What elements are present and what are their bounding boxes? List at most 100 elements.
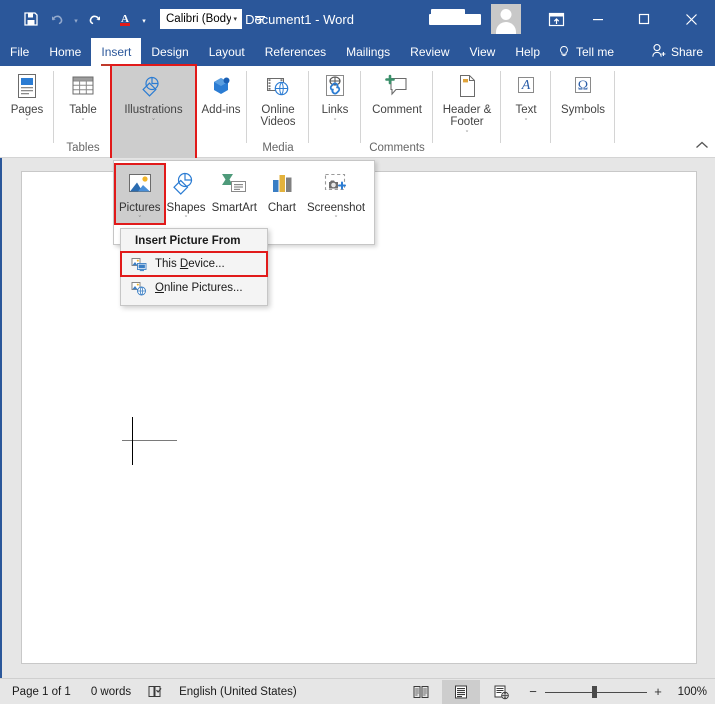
read-mode-icon[interactable] (402, 680, 440, 704)
ribbon-group-text: A Text ˇ (501, 66, 551, 158)
table-label: Table (69, 104, 97, 116)
tab-design-label: Design (151, 45, 189, 59)
links-label: Links (321, 104, 349, 116)
font-color-dropdown-caret-icon[interactable]: ▾ (138, 6, 150, 32)
font-name-caret-icon[interactable]: ▾ (231, 15, 237, 23)
screenshot-caret-icon[interactable]: ˇ (335, 216, 337, 223)
customize-quick-access-toolbar-icon[interactable] (248, 6, 272, 32)
header-footer-button[interactable]: Header & Footer ˇ (431, 66, 503, 140)
pictures-button[interactable]: Pictures ˇ (114, 163, 166, 225)
screenshot-icon (320, 168, 352, 200)
tab-file[interactable]: File (0, 38, 39, 66)
symbols-caret-icon[interactable]: ˇ (582, 117, 584, 128)
tab-review[interactable]: Review (400, 38, 459, 66)
tab-help[interactable]: Help (505, 38, 550, 66)
print-layout-icon[interactable] (441, 679, 480, 704)
text-button[interactable]: A Text ˇ (503, 66, 549, 128)
zoom-in-button[interactable]: + (653, 684, 664, 699)
ribbon-tab-strip: File Home Insert Design Layout Reference… (0, 38, 715, 66)
font-name-input[interactable]: Calibri (Body ▾ (160, 9, 242, 29)
avatar[interactable] (491, 4, 521, 34)
chart-button[interactable]: Chart (260, 165, 304, 214)
save-icon[interactable] (18, 6, 44, 32)
links-caret-icon[interactable]: ˇ (334, 117, 336, 128)
screenshot-button[interactable]: Screenshot ˇ (304, 165, 368, 223)
pictures-caret-icon[interactable]: ˇ (139, 216, 141, 223)
tab-view[interactable]: View (460, 38, 506, 66)
pictures-label: Pictures (119, 202, 161, 214)
header-footer-icon (451, 70, 483, 102)
tell-me-label: Tell me (576, 45, 615, 59)
menu-item-this-device[interactable]: This Device... (120, 251, 268, 277)
screenshot-label: Screenshot (306, 202, 366, 214)
chart-icon (266, 168, 298, 200)
language-label: English (United States) (179, 685, 297, 698)
smartart-button[interactable]: SmartArt (209, 165, 260, 214)
media-group-label: Media (262, 142, 294, 154)
symbols-button[interactable]: Ω Symbols ˇ (555, 66, 611, 128)
zoom-level-label[interactable]: 100% (672, 686, 707, 698)
add-ins-button[interactable]: Add-ins (195, 66, 247, 116)
menu-item-online-pictures[interactable]: Online Pictures... (121, 276, 267, 300)
zoom-slider[interactable] (544, 685, 647, 698)
pages-caret-icon[interactable]: ˇ (26, 117, 28, 128)
language-status[interactable]: English (United States) (169, 686, 307, 698)
insert-picture-from-header: Insert Picture From (135, 235, 241, 247)
close-button[interactable] (667, 0, 715, 38)
page-number-status[interactable]: Page 1 of 1 (0, 686, 81, 698)
smartart-icon (218, 168, 250, 200)
undo-dropdown-caret-icon[interactable]: ▾ (70, 6, 82, 32)
illustrations-label: Illustrations (124, 104, 183, 116)
svg-text:Ω: Ω (578, 79, 588, 94)
shapes-caret-icon[interactable]: ˇ (185, 216, 187, 223)
links-button[interactable]: Links ˇ (312, 66, 358, 128)
zoom-slider-thumb[interactable] (591, 685, 597, 698)
text-icon: A (510, 70, 542, 102)
online-pictures-accesskey: O (155, 282, 164, 294)
lightbulb-icon[interactable] (550, 38, 570, 66)
illustrations-button[interactable]: Illustrations ˇ (118, 66, 188, 128)
comment-button[interactable]: Comment (366, 66, 428, 116)
header-footer-caret-icon[interactable]: ˇ (466, 129, 468, 140)
maximize-button[interactable] (621, 0, 667, 38)
this-device-label-pre: This (155, 258, 180, 270)
table-caret-icon[interactable]: ˇ (82, 117, 84, 128)
tab-mailings-label: Mailings (346, 45, 391, 59)
word-count-label: 0 words (90, 685, 132, 698)
tab-mailings[interactable]: Mailings (336, 38, 400, 66)
minimize-button[interactable] (575, 0, 621, 38)
web-layout-icon[interactable] (482, 680, 520, 704)
tab-references[interactable]: References (255, 38, 336, 66)
ribbon-group-header-footer: Header & Footer ˇ (433, 66, 501, 158)
tab-home[interactable]: Home (39, 38, 91, 66)
ribbon-group-symbols: Ω Symbols ˇ (551, 66, 615, 158)
zoom-out-button[interactable]: − (528, 684, 539, 699)
zoom-control: − + (522, 684, 670, 699)
symbols-label: Symbols (560, 104, 606, 116)
ribbon-display-options-icon[interactable] (537, 0, 575, 38)
font-color-icon[interactable]: A (112, 6, 138, 32)
collapse-ribbon-icon[interactable] (695, 140, 709, 153)
quick-access-toolbar: ▾ A ▾ Calibri (Body ▾ (0, 6, 272, 32)
online-videos-label: Online Videos (260, 104, 296, 128)
ribbon-group-links: Links ˇ (309, 66, 361, 158)
pages-label: Pages (10, 104, 44, 116)
comment-label: Comment (372, 104, 422, 116)
online-videos-button[interactable]: Online Videos (249, 66, 307, 128)
redo-icon[interactable] (82, 6, 108, 32)
text-caret-icon[interactable]: ˇ (525, 117, 527, 128)
tab-design[interactable]: Design (141, 38, 198, 66)
word-count-status[interactable]: 0 words (81, 686, 141, 698)
ribbon-group-illustrations[interactable]: Illustrations ˇ (110, 64, 197, 160)
tab-tell-me[interactable]: Tell me (570, 38, 624, 66)
proofing-errors-icon[interactable] (141, 684, 169, 699)
pages-button[interactable]: Pages ˇ (4, 66, 50, 128)
tab-insert[interactable]: Insert (91, 38, 142, 66)
shapes-button[interactable]: Shapes ˇ (164, 165, 209, 223)
illustrations-caret-icon[interactable]: ˇ (152, 117, 154, 128)
undo-icon[interactable] (44, 6, 70, 32)
tab-layout[interactable]: Layout (199, 38, 255, 66)
share-button[interactable]: Share (651, 38, 715, 66)
table-button[interactable]: Table ˇ (60, 66, 106, 128)
title-bar-right-controls (429, 0, 715, 38)
